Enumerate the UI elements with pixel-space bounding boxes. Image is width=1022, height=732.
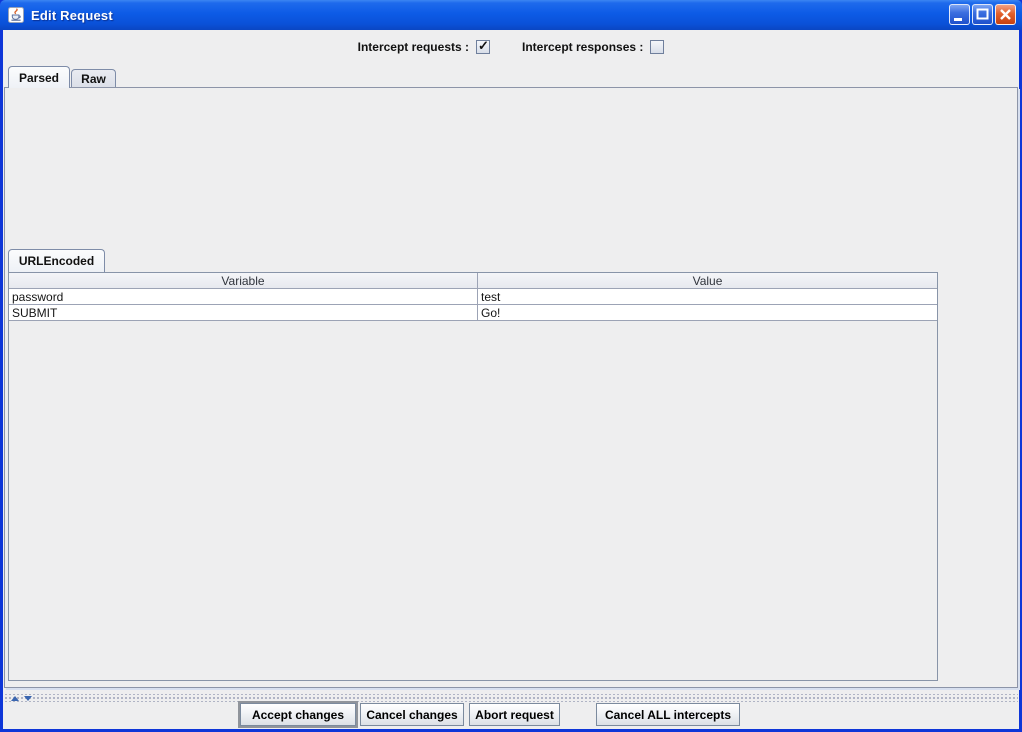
intercept-responses-checkbox[interactable] (650, 40, 664, 54)
abort-request-button[interactable]: Abort request (469, 703, 560, 726)
cancel-changes-label: Cancel changes (366, 708, 457, 722)
intercept-responses-label: Intercept responses : (522, 40, 643, 54)
tab-urlencoded-label: URLEncoded (19, 254, 94, 268)
tab-urlencoded[interactable]: URLEncoded (8, 249, 105, 272)
intercept-options: Intercept requests : Intercept responses… (0, 38, 1022, 56)
close-button[interactable] (995, 4, 1016, 25)
tab-parsed[interactable]: Parsed (8, 66, 70, 88)
param-value[interactable]: Go! (478, 305, 937, 320)
cancel-all-intercepts-button[interactable]: Cancel ALL intercepts (596, 703, 740, 726)
cancel-all-intercepts-label: Cancel ALL intercepts (605, 708, 731, 722)
maximize-button[interactable] (972, 4, 993, 25)
collapse-up-icon[interactable] (11, 696, 19, 701)
collapse-down-icon[interactable] (24, 696, 32, 701)
tab-parsed-label: Parsed (19, 71, 59, 85)
param-name[interactable]: password (9, 289, 478, 304)
java-app-icon (8, 7, 24, 23)
minimize-icon (950, 5, 969, 24)
table-row[interactable]: password test (9, 289, 937, 305)
abort-request-label: Abort request (475, 708, 554, 722)
params-table: Variable Value password test SUBMIT Go! (9, 273, 937, 321)
param-name[interactable]: SUBMIT (9, 305, 478, 320)
intercept-requests-checkbox[interactable] (476, 40, 490, 54)
tab-raw-label: Raw (81, 72, 106, 86)
cancel-changes-button[interactable]: Cancel changes (360, 703, 464, 726)
titlebar[interactable]: Edit Request (0, 0, 1022, 30)
maximize-icon (973, 5, 992, 24)
close-icon (996, 5, 1015, 24)
window-title: Edit Request (31, 8, 113, 23)
accept-changes-button[interactable]: Accept changes (240, 703, 356, 726)
params-table-header-row[interactable]: Variable Value (9, 273, 937, 289)
intercept-requests-label: Intercept requests : (358, 40, 469, 54)
edit-request-window: Edit Request Intercept requests : Interc… (0, 0, 1022, 732)
minimize-button[interactable] (949, 4, 970, 25)
tab-raw[interactable]: Raw (71, 69, 116, 88)
params-table-scrollpane: Variable Value password test SUBMIT Go! (8, 272, 938, 681)
splitpane-divider-bottom[interactable] (4, 694, 1018, 702)
accept-changes-label: Accept changes (252, 708, 344, 722)
column-variable[interactable]: Variable (9, 273, 478, 288)
column-value[interactable]: Value (478, 273, 937, 288)
param-value[interactable]: test (478, 289, 937, 304)
table-row[interactable]: SUBMIT Go! (9, 305, 937, 321)
